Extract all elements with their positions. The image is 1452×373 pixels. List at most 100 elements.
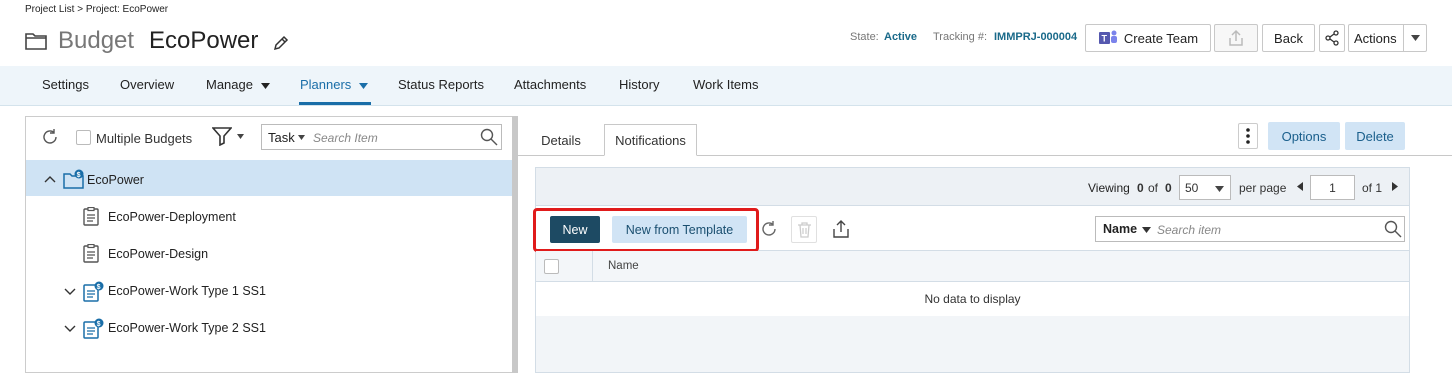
grid-header-row: Name bbox=[536, 251, 1409, 282]
multiple-budgets-checkbox[interactable] bbox=[76, 130, 91, 145]
tab-details[interactable]: Details bbox=[526, 126, 596, 154]
actions-label: Actions bbox=[1354, 30, 1397, 46]
tab-notifications[interactable]: Notifications bbox=[604, 124, 697, 156]
svg-text:$: $ bbox=[97, 321, 101, 328]
chevron-down-icon[interactable] bbox=[237, 134, 244, 139]
trash-icon bbox=[798, 222, 811, 238]
page-size-value: 50 bbox=[1185, 181, 1199, 195]
tab-history[interactable]: History bbox=[619, 77, 659, 92]
clipboard-icon bbox=[83, 207, 99, 226]
empty-row: No data to display bbox=[536, 282, 1409, 316]
actions-button[interactable]: Actions bbox=[1348, 24, 1427, 52]
create-team-button[interactable]: T Create Team bbox=[1085, 24, 1211, 52]
chevron-down-icon[interactable] bbox=[1403, 25, 1426, 51]
state-label: State: bbox=[850, 31, 879, 43]
budget-doc-icon: $ bbox=[83, 318, 104, 339]
export-icon[interactable] bbox=[832, 219, 850, 238]
more-options-button[interactable] bbox=[1238, 123, 1258, 149]
search-input[interactable]: Search item bbox=[1157, 223, 1221, 237]
search-icon[interactable] bbox=[1384, 220, 1402, 238]
chevron-up-icon[interactable] bbox=[44, 175, 56, 183]
options-button[interactable]: Options bbox=[1268, 122, 1340, 150]
chevron-down-icon bbox=[1215, 186, 1224, 192]
folder-icon bbox=[25, 33, 47, 50]
viewing-total: 0 bbox=[1165, 181, 1172, 195]
create-team-label: Create Team bbox=[1123, 30, 1199, 46]
tree-item-label[interactable]: EcoPower-Design bbox=[108, 247, 208, 261]
viewing-label: Viewing bbox=[1088, 181, 1130, 195]
page-number-input[interactable]: 1 bbox=[1310, 175, 1355, 200]
chevron-down-icon bbox=[260, 83, 270, 89]
column-divider bbox=[592, 251, 593, 281]
svg-text:T: T bbox=[1101, 34, 1107, 44]
search-icon[interactable] bbox=[480, 128, 498, 146]
main-nav: Settings Overview Manage Planners Status… bbox=[0, 66, 1452, 106]
tab-work-items[interactable]: Work Items bbox=[693, 77, 759, 92]
budget-folder-icon: $ bbox=[63, 169, 84, 189]
highlight-box bbox=[533, 208, 759, 252]
next-page-icon[interactable] bbox=[1392, 182, 1398, 191]
prev-page-icon[interactable] bbox=[1297, 182, 1303, 191]
tree-item-label[interactable]: EcoPower-Work Type 1 SS1 bbox=[108, 284, 266, 298]
tab-manage[interactable]: Manage bbox=[206, 77, 270, 92]
per-page-label: per page bbox=[1239, 181, 1287, 195]
delete-button[interactable]: Delete bbox=[1345, 122, 1405, 150]
export-icon bbox=[1229, 29, 1243, 46]
tracking-value: IMMPRJ-000004 bbox=[994, 31, 1078, 43]
state-value: Active bbox=[884, 31, 918, 43]
pencil-icon[interactable] bbox=[272, 34, 290, 52]
tab-overview[interactable]: Overview bbox=[120, 77, 174, 92]
refresh-icon[interactable] bbox=[760, 220, 778, 238]
delete-row-button[interactable] bbox=[791, 216, 817, 243]
viewing-of-label: of bbox=[1148, 181, 1159, 195]
grid-search: Name Search item bbox=[1095, 216, 1405, 242]
tracking-label: Tracking #: bbox=[933, 31, 988, 43]
active-tab-indicator bbox=[299, 102, 371, 105]
notifications-grid: Viewing 0 of 0 50 per page 1 of 1 New Ne… bbox=[533, 167, 1410, 373]
page-size-select[interactable]: 50 bbox=[1179, 175, 1231, 200]
budget-doc-icon: $ bbox=[83, 281, 104, 302]
planner-tree-panel: Multiple Budgets Task Search Item $ EcoP… bbox=[25, 116, 512, 373]
tab-planners-label: Planners bbox=[300, 77, 352, 92]
tree-item-label[interactable]: EcoPower bbox=[87, 173, 144, 187]
export-button[interactable] bbox=[1214, 24, 1258, 52]
tab-manage-label: Manage bbox=[206, 77, 253, 92]
detail-panel: Details Notifications Options Delete Vie… bbox=[518, 116, 1452, 373]
svg-text:$: $ bbox=[77, 172, 81, 179]
tree-search: Task Search Item bbox=[261, 124, 502, 150]
tab-status-reports[interactable]: Status Reports bbox=[398, 77, 484, 92]
svg-text:$: $ bbox=[97, 284, 101, 291]
page-of-label: of 1 bbox=[1362, 181, 1383, 195]
search-input[interactable]: Search Item bbox=[313, 131, 378, 145]
search-type-select[interactable]: Task bbox=[268, 130, 295, 145]
search-field-select[interactable]: Name bbox=[1103, 222, 1137, 236]
share-link-button[interactable] bbox=[1319, 24, 1345, 52]
chevron-down-icon[interactable] bbox=[298, 135, 305, 140]
breadcrumb[interactable]: Project List > Project: EcoPower bbox=[25, 4, 168, 15]
tree-item-label[interactable]: EcoPower-Work Type 2 SS1 bbox=[108, 321, 266, 335]
tab-attachments[interactable]: Attachments bbox=[514, 77, 586, 92]
page-title-type: Budget bbox=[58, 27, 135, 54]
grid-toolbar: New New from Template Name Search item bbox=[533, 206, 1409, 252]
refresh-icon[interactable] bbox=[41, 128, 59, 146]
back-button[interactable]: Back bbox=[1262, 24, 1315, 52]
multiple-budgets-label: Multiple Budgets bbox=[96, 131, 193, 146]
chevron-down-icon[interactable] bbox=[1142, 227, 1151, 233]
teams-icon: T bbox=[1098, 30, 1117, 44]
tree-item-label[interactable]: EcoPower-Deployment bbox=[108, 210, 236, 224]
chevron-down-icon[interactable] bbox=[64, 325, 76, 333]
tab-settings[interactable]: Settings bbox=[42, 77, 89, 92]
share-icon bbox=[1325, 30, 1339, 46]
select-all-checkbox[interactable] bbox=[544, 259, 559, 274]
kebab-icon bbox=[1246, 128, 1250, 144]
tab-planners[interactable]: Planners bbox=[300, 77, 368, 92]
chevron-down-icon bbox=[358, 83, 368, 89]
column-header-name[interactable]: Name bbox=[608, 260, 639, 272]
page-title: EcoPower bbox=[149, 27, 259, 54]
viewing-from: 0 bbox=[1137, 181, 1144, 195]
no-data-message: No data to display bbox=[924, 292, 1021, 306]
chevron-down-icon[interactable] bbox=[64, 288, 76, 296]
clipboard-icon bbox=[83, 244, 99, 263]
filter-icon[interactable] bbox=[212, 126, 232, 146]
pager: Viewing 0 of 0 50 per page 1 of 1 bbox=[536, 168, 1409, 206]
